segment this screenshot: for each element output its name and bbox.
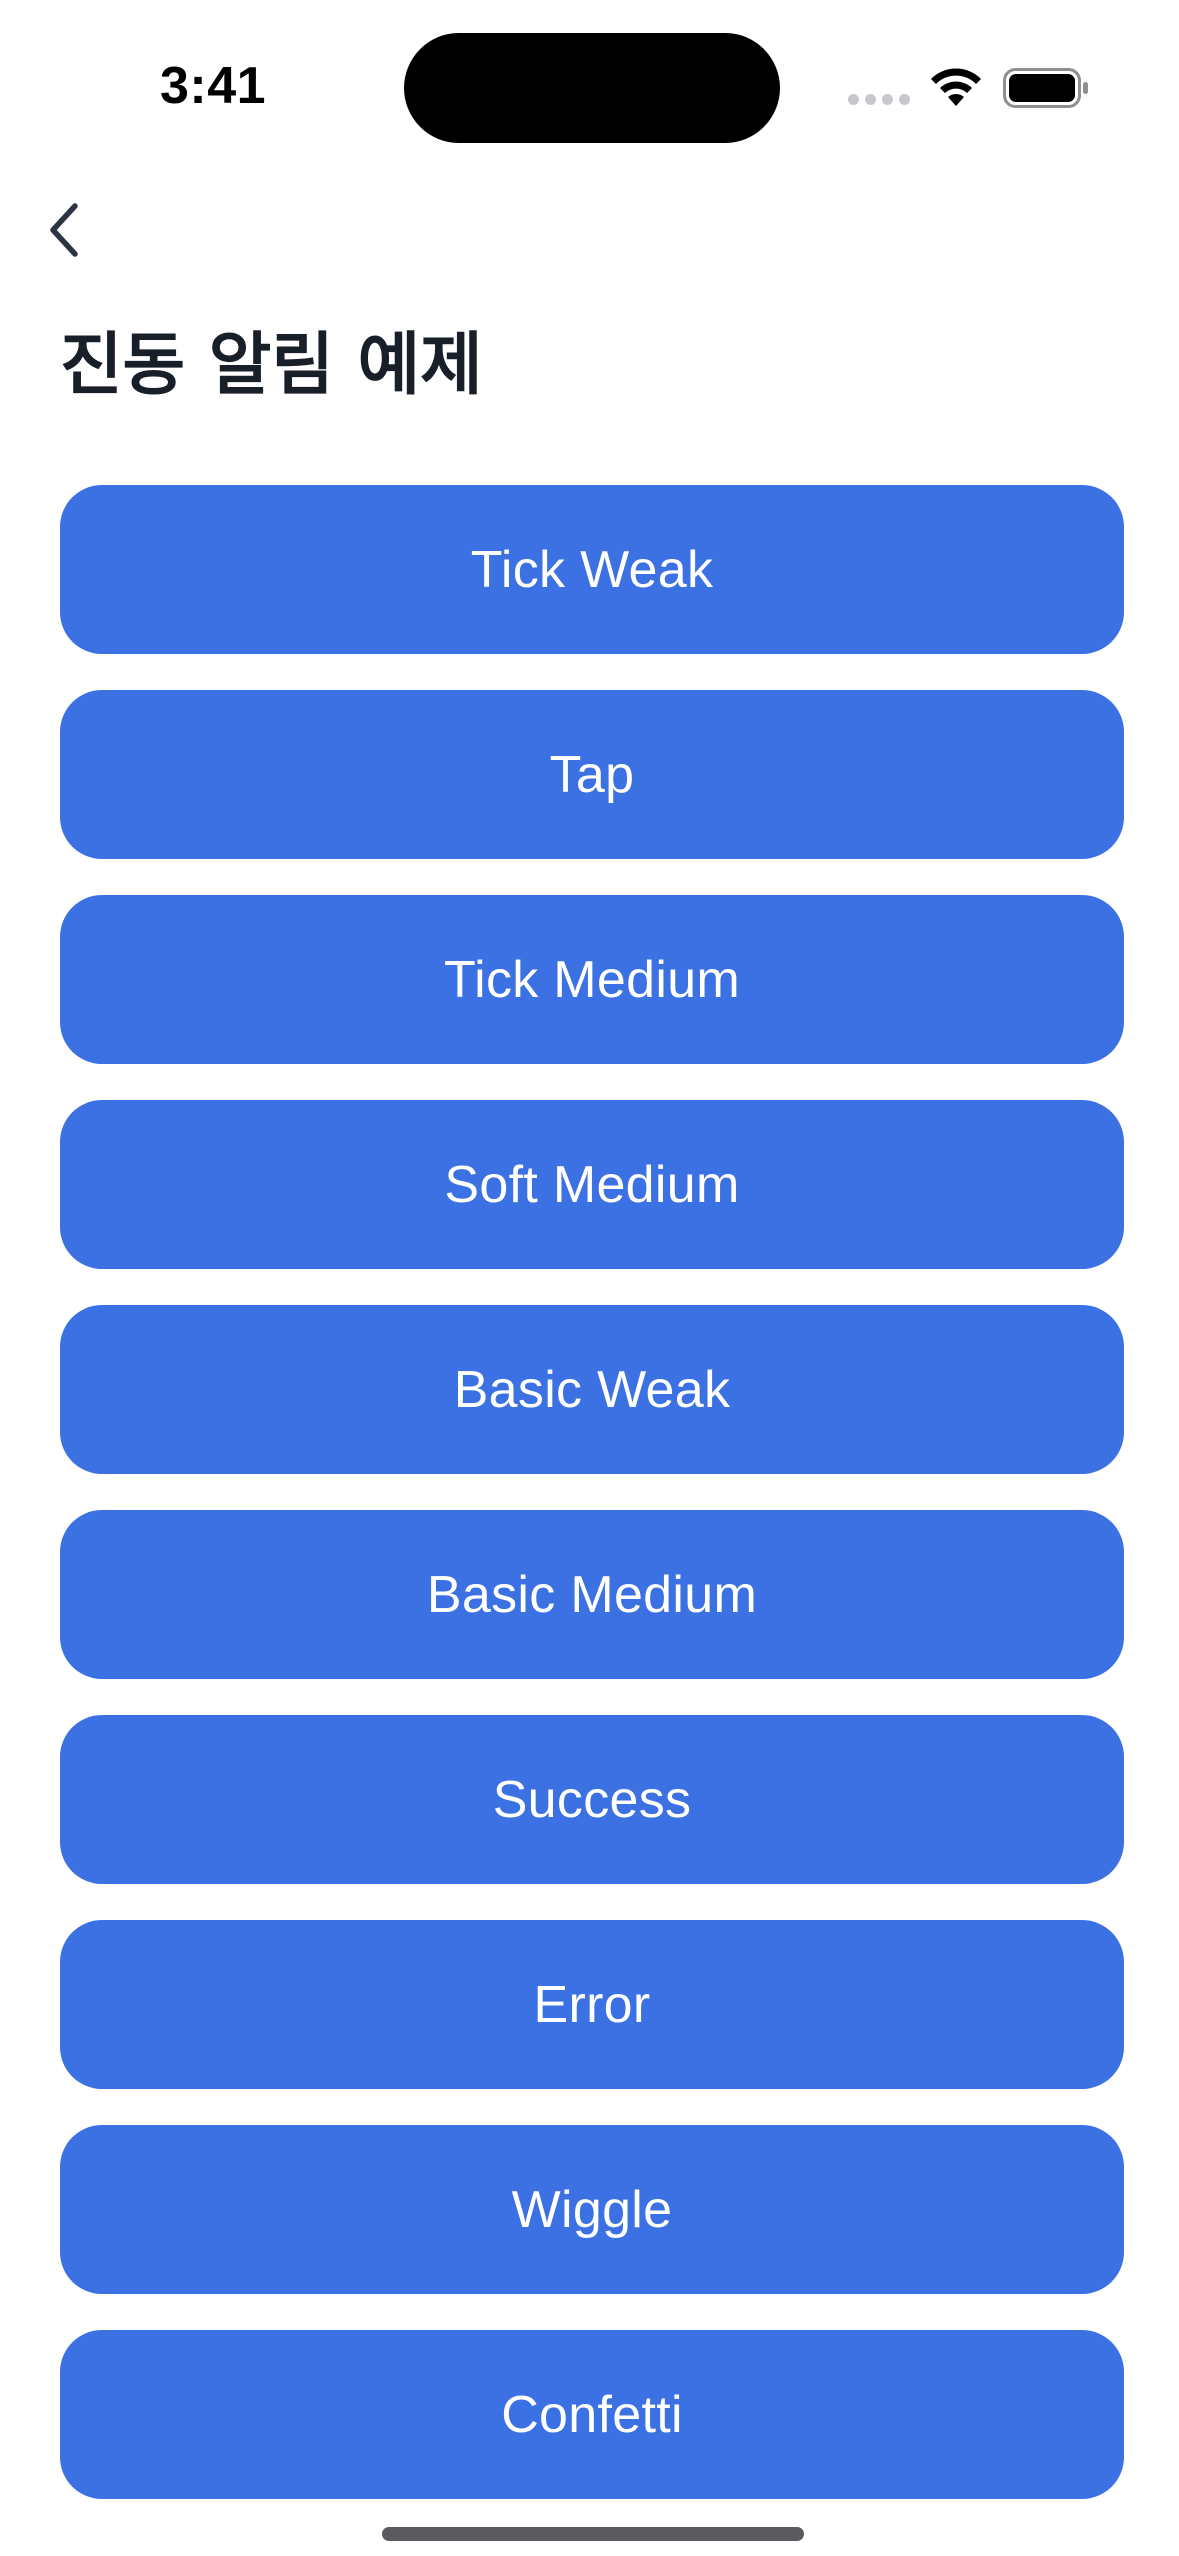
cellular-signal-icon <box>848 94 910 108</box>
page-title: 진동 알림 예제 <box>60 326 483 405</box>
confetti-button[interactable]: Confetti <box>60 2330 1124 2499</box>
haptic-button-list: Tick Weak Tap Tick Medium Soft Medium Ba… <box>60 485 1124 2535</box>
wifi-icon <box>931 68 981 106</box>
screen: 3:41 진동 알림 예제 Tick Weak Tap Tick Medium … <box>0 0 1179 2556</box>
soft-medium-button[interactable]: Soft Medium <box>60 1100 1124 1269</box>
tick-medium-button[interactable]: Tick Medium <box>60 895 1124 1064</box>
error-button[interactable]: Error <box>60 1920 1124 2089</box>
success-button[interactable]: Success <box>60 1715 1124 1884</box>
wiggle-button[interactable]: Wiggle <box>60 2125 1124 2294</box>
status-bar: 3:41 <box>0 0 1179 180</box>
basic-medium-button[interactable]: Basic Medium <box>60 1510 1124 1679</box>
tick-weak-button[interactable]: Tick Weak <box>60 485 1124 654</box>
back-button[interactable] <box>30 190 100 270</box>
basic-weak-button[interactable]: Basic Weak <box>60 1305 1124 1474</box>
home-indicator[interactable] <box>382 2527 804 2541</box>
tap-button[interactable]: Tap <box>60 690 1124 859</box>
status-time: 3:41 <box>160 57 267 115</box>
chevron-left-icon <box>50 203 78 257</box>
dynamic-island <box>404 33 780 143</box>
battery-icon <box>1003 68 1088 108</box>
